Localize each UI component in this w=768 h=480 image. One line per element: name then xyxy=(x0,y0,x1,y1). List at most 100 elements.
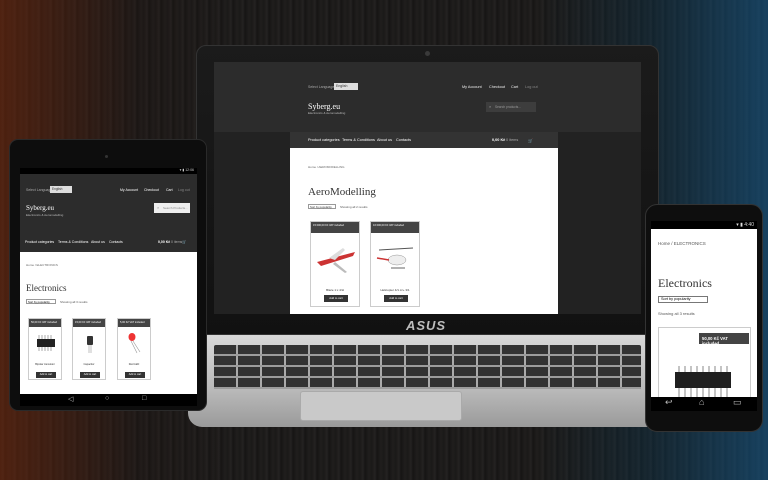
nav-logout[interactable]: Log out xyxy=(525,85,538,89)
breadcrumb: Home / ELECTRONICS xyxy=(26,263,58,267)
tablet-nav-bar: ◁ ○ □ xyxy=(20,394,197,406)
add-to-cart-button[interactable]: Add to cart xyxy=(125,372,145,378)
nav-logout[interactable]: Log out xyxy=(178,188,190,192)
add-to-cart-button[interactable]: Add to cart xyxy=(384,295,408,302)
signal-icon: ▾ xyxy=(736,222,739,228)
helicopter-image xyxy=(376,247,414,269)
phone-status-bar: ▾ ▮ 4:40 xyxy=(651,221,757,229)
price-badge: 5,00 Kč VAT included xyxy=(118,319,150,327)
search-placeholder: Search Products… xyxy=(163,206,189,210)
product-card[interactable]: 15 000,00 Kč VAT included Blaze 1:x 4/H … xyxy=(310,221,360,307)
chip-image xyxy=(675,366,731,398)
battery-icon: ▮ xyxy=(740,222,743,228)
nav-cart[interactable]: Cart xyxy=(166,188,173,192)
laptop-brand-logo: ASUS xyxy=(405,318,447,333)
sort-select[interactable]: Sort by popularity xyxy=(658,296,708,303)
language-select[interactable]: English xyxy=(50,186,72,193)
breadcrumb: Home / ELECTRONICS xyxy=(658,241,706,246)
page-title: Electronics xyxy=(26,283,67,293)
phone-nav-bar: ↩ ⌂ ▭ xyxy=(651,397,757,411)
chip-image xyxy=(37,335,55,351)
status-time: 4:40 xyxy=(744,222,754,228)
laptop-camera xyxy=(425,51,430,56)
phone-screen: ▾ ▮ 4:40 Home / ELECTRONICS Electronics … xyxy=(651,221,757,409)
product-name[interactable]: Red LED xyxy=(118,363,150,366)
search-input[interactable]: ⌕ Search products… xyxy=(486,102,536,112)
cart-total[interactable]: 0,00 Kč xyxy=(492,138,505,142)
nav-cart[interactable]: Cart xyxy=(511,85,518,89)
product-card[interactable]: 5,00 Kč VAT included Red LED Add to cart xyxy=(117,318,151,380)
add-to-cart-button[interactable]: Add to cart xyxy=(36,372,56,378)
product-name[interactable]: Blaze 1:x 4/H xyxy=(311,288,359,292)
recents-icon[interactable]: □ xyxy=(142,395,146,402)
cart-icon[interactable]: 🛒 xyxy=(528,138,533,143)
site-header: Select Language: English My Account Chec… xyxy=(214,62,641,132)
battery-icon: ▮ xyxy=(182,168,185,172)
capacitor-image xyxy=(87,336,93,353)
plane-image xyxy=(317,248,355,273)
result-count: Showing all 3 results xyxy=(658,311,695,316)
search-icon: ⌕ xyxy=(489,104,492,109)
nav-checkout[interactable]: Checkout xyxy=(489,85,505,89)
product-card[interactable]: 16 000,00 Kč VAT included Helicopter 4/1… xyxy=(370,221,420,307)
menu-about[interactable]: About us xyxy=(377,138,392,142)
sort-select[interactable]: Sort by popularity xyxy=(308,204,336,209)
language-select[interactable]: English xyxy=(334,83,358,90)
price-badge: 50,00 Kč VAT included xyxy=(699,333,749,346)
site-logo[interactable]: Syberg.eu xyxy=(26,204,54,212)
menu-terms[interactable]: Terms & Conditions xyxy=(58,240,88,244)
product-card[interactable]: 50,00 Kč VAT included Bipolar transistor… xyxy=(28,318,62,380)
add-to-cart-button[interactable]: Add to cart xyxy=(80,372,100,378)
product-name[interactable]: Capacitor xyxy=(73,363,105,366)
status-time: 12:06 xyxy=(185,168,194,172)
price-badge: 15 000,00 Kč VAT included xyxy=(311,222,359,233)
home-icon[interactable]: ⌂ xyxy=(699,397,704,407)
page-title: Electronics xyxy=(658,276,712,290)
menu-contacts[interactable]: Contacts xyxy=(109,240,123,244)
site-header: Select Language: English My Account Chec… xyxy=(20,174,197,252)
tablet-camera xyxy=(105,155,108,158)
breadcrumb: Home / AEROMODELLING xyxy=(308,165,345,169)
site-tagline: Electronics & Aeromodelling xyxy=(308,111,346,115)
site-tagline: Electronics & Aeromodelling xyxy=(26,213,64,217)
nav-checkout[interactable]: Checkout xyxy=(144,188,159,192)
keyboard-rows xyxy=(214,345,641,389)
primary-menu: Product categories Terms & Conditions Ab… xyxy=(290,132,558,148)
recents-icon[interactable]: ▭ xyxy=(733,397,742,408)
menu-terms[interactable]: Terms & Conditions xyxy=(342,138,375,142)
menu-contacts[interactable]: Contacts xyxy=(396,138,411,142)
cart-icon[interactable]: 🛒 xyxy=(182,240,186,244)
menu-product-categories[interactable]: Product categories xyxy=(25,240,54,244)
page-title: AeroModelling xyxy=(308,186,376,198)
add-to-cart-button[interactable]: Add to cart xyxy=(324,295,348,302)
laptop-screen: Select Language: English My Account Chec… xyxy=(214,62,641,314)
product-card[interactable]: 15,00 Kč VAT included Capacitor Add to c… xyxy=(72,318,106,380)
nav-my-account[interactable]: My Account xyxy=(120,188,138,192)
price-badge: 50,00 Kč VAT included xyxy=(29,319,61,327)
main-content: Home / AEROMODELLING AeroModelling Sort … xyxy=(290,148,558,314)
cart-total[interactable]: 0,00 Kč xyxy=(158,240,170,244)
price-badge: 15,00 Kč VAT included xyxy=(73,319,105,327)
sort-select[interactable]: Sort by popularity xyxy=(26,299,56,304)
menu-product-categories[interactable]: Product categories xyxy=(308,138,340,142)
product-name[interactable]: Bipolar transistor xyxy=(29,363,61,366)
laptop-touchpad xyxy=(300,391,462,421)
search-input[interactable]: ⌕ Search Products… xyxy=(154,203,190,213)
cart-items: 0 items xyxy=(506,138,519,142)
language-label: Select Language: xyxy=(308,85,336,89)
cart-items: 0 items xyxy=(171,240,183,244)
search-icon: ⌕ xyxy=(157,205,160,210)
nav-my-account[interactable]: My Account xyxy=(462,85,482,89)
result-count: Showing all 2 results xyxy=(340,205,368,209)
home-icon[interactable]: ○ xyxy=(105,395,109,402)
menu-about[interactable]: About us xyxy=(91,240,105,244)
site-logo[interactable]: Syberg.eu xyxy=(308,102,340,111)
price-badge: 16 000,00 Kč VAT included xyxy=(371,222,419,233)
product-name[interactable]: Helicopter 4/1 cz+ 3/1 xyxy=(371,288,419,292)
led-image xyxy=(128,333,141,354)
search-placeholder: Search products… xyxy=(495,105,522,109)
back-icon[interactable]: ◁ xyxy=(68,395,73,403)
back-icon[interactable]: ↩ xyxy=(665,397,673,408)
result-count: Showing all 3 results xyxy=(60,300,88,304)
tablet-screen: ▾ ▮ 12:06 Select Language: English My Ac… xyxy=(20,168,197,394)
